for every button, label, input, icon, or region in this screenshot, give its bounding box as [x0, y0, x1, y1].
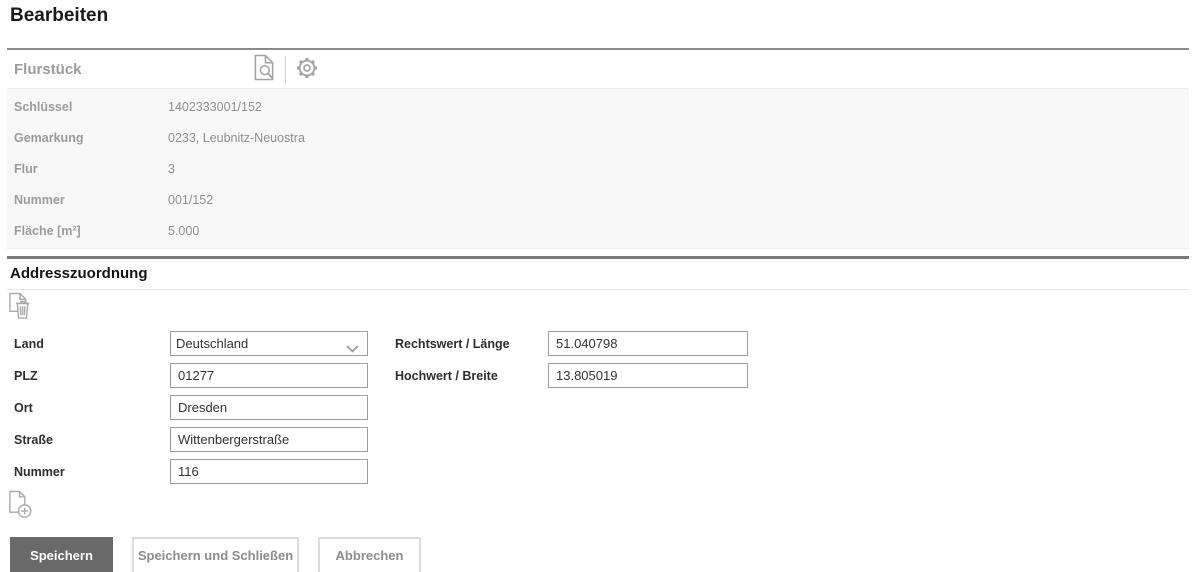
field-value: 1402333001/152	[168, 99, 262, 114]
rechtswert-input[interactable]	[548, 331, 748, 356]
field-value: 001/152	[168, 192, 214, 207]
gear-icon	[295, 56, 319, 83]
flurstueck-header: Flurstück	[7, 50, 1189, 88]
strasse-input[interactable]	[170, 427, 368, 452]
hausnummer-label: Nummer	[14, 464, 65, 479]
field-label: Schlüssel	[14, 99, 73, 114]
ort-input[interactable]	[170, 395, 368, 420]
field-label: Flur	[14, 161, 38, 176]
flurstueck-section-title: Flurstück	[14, 60, 82, 78]
field-label: Gemarkung	[14, 130, 84, 145]
field-row-schluessel: Schlüssel 1402333001/152	[7, 91, 1189, 122]
field-value: 0233, Leubnitz-Neuostra	[168, 130, 305, 145]
field-label: Fläche [m²]	[14, 223, 81, 238]
land-select-wrap: Deutschland	[170, 331, 368, 356]
land-select[interactable]: Deutschland	[170, 331, 368, 356]
field-row-nummer: Nummer 001/152	[7, 184, 1189, 215]
document-search-icon	[253, 54, 276, 84]
field-row-gemarkung: Gemarkung 0233, Leubnitz-Neuostra	[7, 122, 1189, 153]
field-value: 3	[168, 161, 175, 176]
field-label: Nummer	[14, 192, 65, 207]
addresszuordnung-section: Addresszuordnung Land Deutschland Rechts…	[7, 256, 1189, 524]
plz-input[interactable]	[170, 363, 368, 388]
flurstueck-readonly-panel: Schlüssel 1402333001/152 Gemarkung 0233,…	[7, 88, 1189, 249]
document-add-icon	[8, 490, 33, 522]
land-label: Land	[14, 336, 44, 351]
strasse-label: Straße	[14, 432, 53, 447]
addresszuordnung-section-title: Addresszuordnung	[7, 259, 1189, 290]
save-and-close-button[interactable]: Speichern und Schließen	[132, 537, 299, 572]
field-value: 5.000	[168, 223, 200, 238]
save-button[interactable]: Speichern	[10, 537, 113, 572]
document-delete-icon	[8, 292, 33, 324]
hausnummer-input[interactable]	[170, 459, 368, 484]
address-toolbar-top	[7, 290, 1189, 326]
ort-label: Ort	[14, 400, 33, 415]
flurstueck-section: Flurstück Schlüssel 1402333001/152 Gemar…	[7, 48, 1189, 249]
address-form: Land Deutschland Rechtswert / Länge PLZ …	[7, 331, 1189, 484]
cancel-button[interactable]: Abbrechen	[318, 537, 421, 572]
rechtswert-label: Rechtswert / Länge	[395, 336, 510, 351]
settings-button[interactable]	[286, 56, 328, 83]
flurstueck-toolbar	[244, 54, 328, 84]
plz-label: PLZ	[14, 368, 38, 383]
address-toolbar-bottom	[7, 484, 1189, 524]
delete-address-button[interactable]	[8, 292, 33, 324]
hochwert-label: Hochwert / Breite	[395, 368, 498, 383]
add-address-button[interactable]	[8, 490, 33, 522]
preview-button[interactable]	[244, 54, 285, 84]
action-button-row: Speichern Speichern und Schließen Abbrec…	[10, 537, 1192, 572]
hochwert-input[interactable]	[548, 363, 748, 388]
field-row-flaeche: Fläche [m²] 5.000	[7, 215, 1189, 246]
page-title: Bearbeiten	[10, 5, 109, 26]
field-row-flur: Flur 3	[7, 153, 1189, 184]
